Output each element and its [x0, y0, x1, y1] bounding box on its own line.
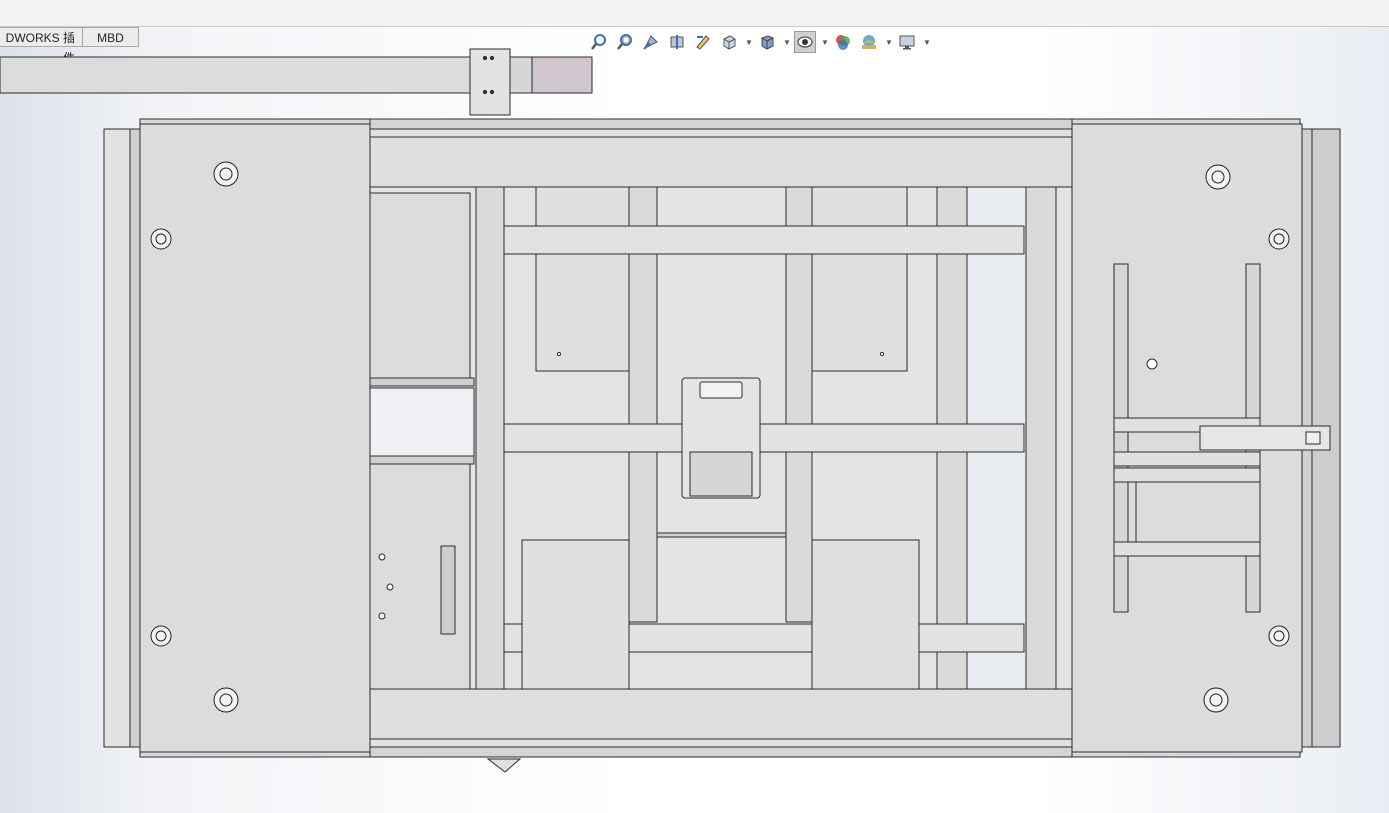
- motor-housing: [1135, 481, 1261, 543]
- top-cross-beam: [369, 136, 1073, 188]
- tab-mbd[interactable]: MBD: [83, 27, 139, 47]
- rail-bracket: [469, 48, 511, 116]
- left-side-panel: [139, 123, 371, 753]
- vertical-extrusion: [475, 186, 505, 690]
- command-manager-tabs: DWORKS 插件 MBD: [0, 27, 139, 65]
- horizontal-extrusion: [503, 225, 1025, 255]
- graphics-area[interactable]: [0, 48, 1389, 813]
- horizontal-extrusion: [503, 423, 1025, 453]
- top-rail: [0, 56, 471, 94]
- bottom-cross-beam: [369, 688, 1073, 740]
- rail-end-block: [531, 56, 593, 94]
- tab-solidworks-addins[interactable]: DWORKS 插件: [0, 27, 83, 65]
- linear-guide-left: [1113, 263, 1129, 613]
- left-inner-plate-top: [369, 192, 471, 384]
- cad-model-view: [0, 48, 1341, 773]
- connector-strip: [440, 545, 456, 635]
- vertical-extrusion: [1025, 186, 1057, 690]
- bottom-indicator: [486, 758, 522, 773]
- title-bar: [0, 0, 1389, 27]
- rail-connector: [509, 56, 533, 94]
